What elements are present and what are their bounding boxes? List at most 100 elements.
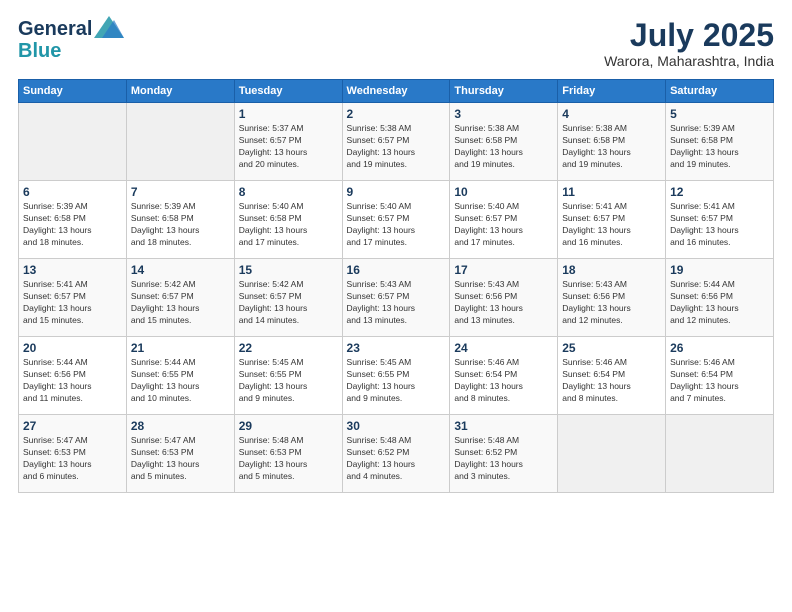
- day-info: Sunrise: 5:40 AM Sunset: 6:58 PM Dayligh…: [239, 201, 338, 249]
- calendar-week-2: 6 Sunrise: 5:39 AM Sunset: 6:58 PM Daylig…: [19, 181, 774, 259]
- calendar-week-1: 1 Sunrise: 5:37 AM Sunset: 6:57 PM Daylig…: [19, 103, 774, 181]
- table-row: 9Sunrise: 5:40 AM Sunset: 6:57 PM Daylig…: [342, 181, 450, 259]
- day-info: Sunrise: 5:43 AM Sunset: 6:57 PM Dayligh…: [347, 279, 446, 327]
- day-number: 3: [454, 107, 553, 121]
- day-info: Sunrise: 5:47 AM Sunset: 6:53 PM Dayligh…: [131, 435, 230, 483]
- col-wednesday: Wednesday: [342, 80, 450, 103]
- table-row: 13 Sunrise: 5:41 AM Sunset: 6:57 PM Dayli…: [19, 259, 127, 337]
- day-number: 27: [23, 419, 122, 433]
- table-row: 8 Sunrise: 5:40 AM Sunset: 6:58 PM Daylig…: [234, 181, 342, 259]
- logo-blue: Blue: [18, 40, 124, 62]
- table-row: [666, 415, 774, 493]
- table-row: 22 Sunrise: 5:45 AM Sunset: 6:55 PM Dayli…: [234, 337, 342, 415]
- day-number: 13: [23, 263, 122, 277]
- day-info: Sunrise: 5:43 AM Sunset: 6:56 PM Dayligh…: [454, 279, 553, 327]
- table-row: [19, 103, 127, 181]
- table-row: 3 Sunrise: 5:38 AM Sunset: 6:58 PM Daylig…: [450, 103, 558, 181]
- day-number: 5: [670, 107, 769, 121]
- calendar-header-row: Sunday Monday Tuesday Wednesday Thursday…: [19, 80, 774, 103]
- table-row: 23 Sunrise: 5:45 AM Sunset: 6:55 PM Dayli…: [342, 337, 450, 415]
- calendar-week-3: 13 Sunrise: 5:41 AM Sunset: 6:57 PM Dayli…: [19, 259, 774, 337]
- day-number: 19: [670, 263, 769, 277]
- day-info: Sunrise: 5:39 AM Sunset: 6:58 PM Dayligh…: [670, 123, 769, 171]
- table-row: 10Sunrise: 5:40 AM Sunset: 6:57 PM Dayli…: [450, 181, 558, 259]
- col-thursday: Thursday: [450, 80, 558, 103]
- day-number: 20: [23, 341, 122, 355]
- table-row: 28 Sunrise: 5:47 AM Sunset: 6:53 PM Dayli…: [126, 415, 234, 493]
- table-row: 15Sunrise: 5:42 AM Sunset: 6:57 PM Dayli…: [234, 259, 342, 337]
- day-number: 28: [131, 419, 230, 433]
- header: General Blue July 2025 Warora, Maharasht…: [18, 18, 774, 69]
- table-row: 5 Sunrise: 5:39 AM Sunset: 6:58 PM Daylig…: [666, 103, 774, 181]
- table-row: 21 Sunrise: 5:44 AM Sunset: 6:55 PM Dayli…: [126, 337, 234, 415]
- day-info: Sunrise: 5:47 AM Sunset: 6:53 PM Dayligh…: [23, 435, 122, 483]
- day-number: 7: [131, 185, 230, 199]
- day-number: 2: [347, 107, 446, 121]
- day-info: Sunrise: 5:43 AM Sunset: 6:56 PM Dayligh…: [562, 279, 661, 327]
- col-tuesday: Tuesday: [234, 80, 342, 103]
- day-number: 24: [454, 341, 553, 355]
- day-info: Sunrise: 5:46 AM Sunset: 6:54 PM Dayligh…: [562, 357, 661, 405]
- table-row: 31 Sunrise: 5:48 AM Sunset: 6:52 PM Dayli…: [450, 415, 558, 493]
- day-info: Sunrise: 5:41 AM Sunset: 6:57 PM Dayligh…: [23, 279, 122, 327]
- day-info: Sunrise: 5:38 AM Sunset: 6:58 PM Dayligh…: [562, 123, 661, 171]
- col-sunday: Sunday: [19, 80, 127, 103]
- table-row: 1 Sunrise: 5:37 AM Sunset: 6:57 PM Daylig…: [234, 103, 342, 181]
- title-block: July 2025 Warora, Maharashtra, India: [604, 18, 774, 69]
- day-info: Sunrise: 5:41 AM Sunset: 6:57 PM Dayligh…: [670, 201, 769, 249]
- day-number: 8: [239, 185, 338, 199]
- day-info: Sunrise: 5:45 AM Sunset: 6:55 PM Dayligh…: [239, 357, 338, 405]
- table-row: [558, 415, 666, 493]
- day-info: Sunrise: 5:46 AM Sunset: 6:54 PM Dayligh…: [670, 357, 769, 405]
- day-info: Sunrise: 5:40 AM Sunset: 6:57 PM Dayligh…: [347, 201, 446, 249]
- table-row: 12 Sunrise: 5:41 AM Sunset: 6:57 PM Dayli…: [666, 181, 774, 259]
- day-info: Sunrise: 5:48 AM Sunset: 6:52 PM Dayligh…: [454, 435, 553, 483]
- day-info: Sunrise: 5:42 AM Sunset: 6:57 PM Dayligh…: [131, 279, 230, 327]
- table-row: 26 Sunrise: 5:46 AM Sunset: 6:54 PM Dayli…: [666, 337, 774, 415]
- logo: General Blue: [18, 18, 124, 62]
- day-info: Sunrise: 5:44 AM Sunset: 6:56 PM Dayligh…: [670, 279, 769, 327]
- table-row: 17 Sunrise: 5:43 AM Sunset: 6:56 PM Dayli…: [450, 259, 558, 337]
- day-info: Sunrise: 5:48 AM Sunset: 6:53 PM Dayligh…: [239, 435, 338, 483]
- table-row: 29 Sunrise: 5:48 AM Sunset: 6:53 PM Dayli…: [234, 415, 342, 493]
- day-info: Sunrise: 5:40 AM Sunset: 6:57 PM Dayligh…: [454, 201, 553, 249]
- day-number: 4: [562, 107, 661, 121]
- day-number: 18: [562, 263, 661, 277]
- table-row: 14Sunrise: 5:42 AM Sunset: 6:57 PM Dayli…: [126, 259, 234, 337]
- day-info: Sunrise: 5:44 AM Sunset: 6:56 PM Dayligh…: [23, 357, 122, 405]
- day-info: Sunrise: 5:45 AM Sunset: 6:55 PM Dayligh…: [347, 357, 446, 405]
- day-number: 31: [454, 419, 553, 433]
- day-number: 6: [23, 185, 122, 199]
- day-number: 21: [131, 341, 230, 355]
- table-row: 11Sunrise: 5:41 AM Sunset: 6:57 PM Dayli…: [558, 181, 666, 259]
- table-row: 7Sunrise: 5:39 AM Sunset: 6:58 PM Daylig…: [126, 181, 234, 259]
- day-number: 12: [670, 185, 769, 199]
- table-row: 25 Sunrise: 5:46 AM Sunset: 6:54 PM Dayli…: [558, 337, 666, 415]
- day-info: Sunrise: 5:48 AM Sunset: 6:52 PM Dayligh…: [347, 435, 446, 483]
- day-info: Sunrise: 5:39 AM Sunset: 6:58 PM Dayligh…: [23, 201, 122, 249]
- page: General Blue July 2025 Warora, Maharasht…: [0, 0, 792, 612]
- calendar-week-5: 27 Sunrise: 5:47 AM Sunset: 6:53 PM Dayli…: [19, 415, 774, 493]
- day-info: Sunrise: 5:42 AM Sunset: 6:57 PM Dayligh…: [239, 279, 338, 327]
- table-row: 4 Sunrise: 5:38 AM Sunset: 6:58 PM Daylig…: [558, 103, 666, 181]
- logo-general: General: [18, 18, 92, 40]
- table-row: 20 Sunrise: 5:44 AM Sunset: 6:56 PM Dayli…: [19, 337, 127, 415]
- table-row: 18 Sunrise: 5:43 AM Sunset: 6:56 PM Dayli…: [558, 259, 666, 337]
- table-row: 16 Sunrise: 5:43 AM Sunset: 6:57 PM Dayli…: [342, 259, 450, 337]
- day-info: Sunrise: 5:37 AM Sunset: 6:57 PM Dayligh…: [239, 123, 338, 171]
- day-number: 25: [562, 341, 661, 355]
- day-info: Sunrise: 5:38 AM Sunset: 6:58 PM Dayligh…: [454, 123, 553, 171]
- day-info: Sunrise: 5:41 AM Sunset: 6:57 PM Dayligh…: [562, 201, 661, 249]
- day-number: 26: [670, 341, 769, 355]
- table-row: 19 Sunrise: 5:44 AM Sunset: 6:56 PM Dayli…: [666, 259, 774, 337]
- day-number: 23: [347, 341, 446, 355]
- day-number: 16: [347, 263, 446, 277]
- day-number: 22: [239, 341, 338, 355]
- day-info: Sunrise: 5:44 AM Sunset: 6:55 PM Dayligh…: [131, 357, 230, 405]
- day-number: 1: [239, 107, 338, 121]
- col-friday: Friday: [558, 80, 666, 103]
- day-number: 17: [454, 263, 553, 277]
- col-monday: Monday: [126, 80, 234, 103]
- day-number: 29: [239, 419, 338, 433]
- table-row: 6 Sunrise: 5:39 AM Sunset: 6:58 PM Daylig…: [19, 181, 127, 259]
